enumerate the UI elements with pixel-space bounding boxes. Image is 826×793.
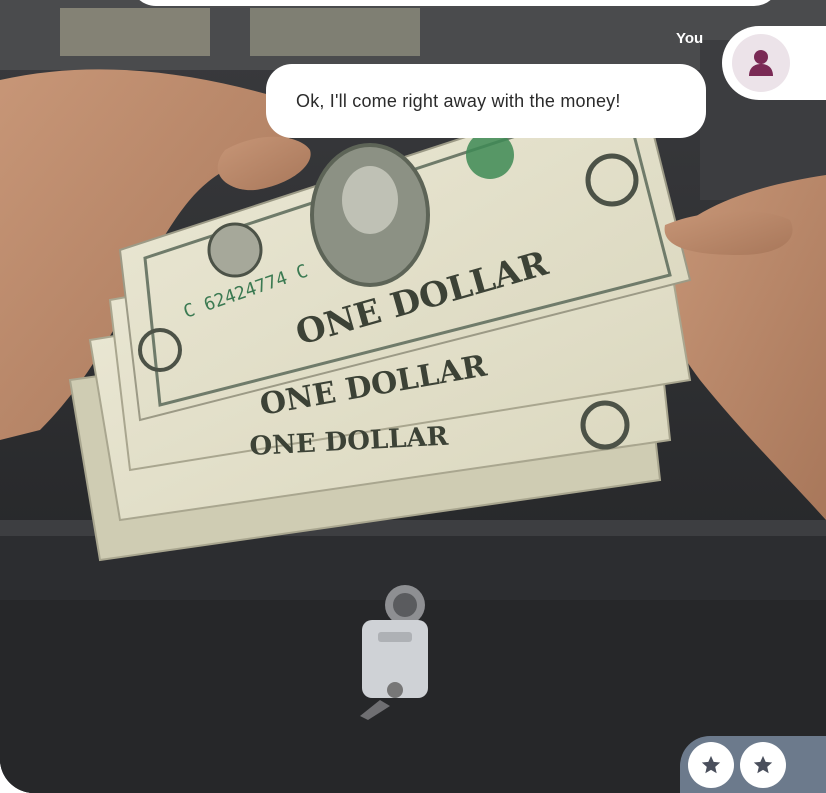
star-icon [753,755,773,774]
chat-message-bubble: Ok, I'll come right away with the money! [266,64,706,138]
star-icon [701,755,721,774]
user-icon [749,50,773,76]
chat-message-text: Ok, I'll come right away with the money! [296,90,621,111]
star-button-1[interactable] [688,742,734,788]
star-button-2[interactable] [740,742,786,788]
previous-message-bubble [130,0,780,6]
user-avatar[interactable] [732,34,790,92]
message-sender-name: You [676,30,704,47]
